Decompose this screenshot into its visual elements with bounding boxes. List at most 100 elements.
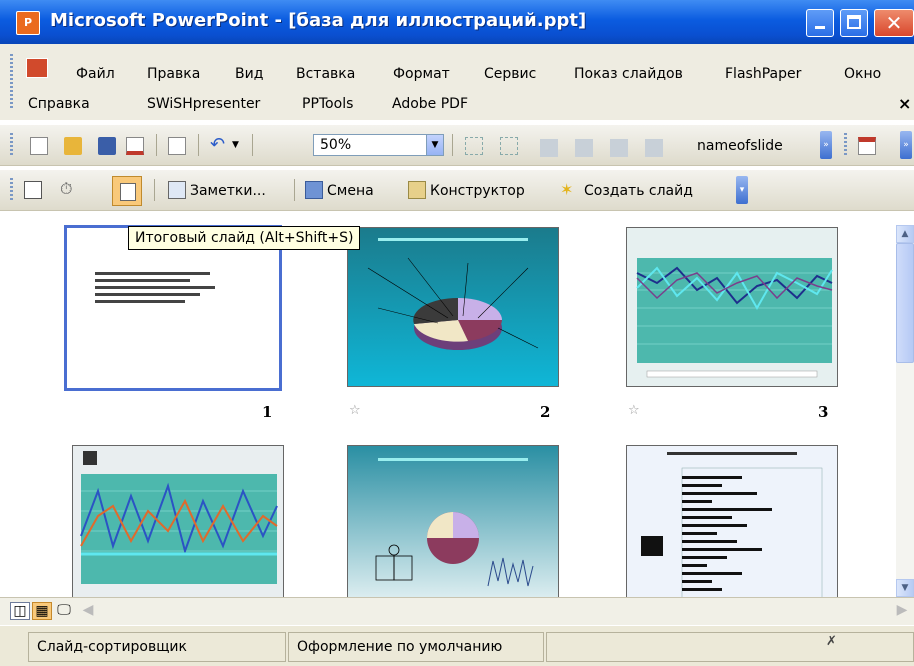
adobe-pdf-icon[interactable] [858, 137, 876, 155]
spelling-icon[interactable]: ✗ [826, 634, 844, 652]
send-to-back-icon[interactable] [645, 139, 663, 157]
status-empty [546, 632, 914, 662]
zoom-input[interactable]: 50% [313, 134, 428, 156]
status-bar: Слайд-сортировщик Оформление по умолчани… [0, 625, 914, 666]
maximize-button[interactable] [840, 9, 868, 37]
hide-slide-icon[interactable] [24, 181, 42, 199]
toolbar-separator [156, 134, 157, 156]
slide-number-3: 3 [818, 403, 829, 421]
toolbar-grip-icon[interactable] [844, 133, 847, 157]
menu-file[interactable]: Файл [76, 66, 115, 82]
scroll-down-icon[interactable]: ▼ [896, 579, 914, 597]
close-icon: ✕ [885, 11, 903, 35]
summary-slide-tooltip: Итоговый слайд (Alt+Shift+S) [128, 226, 361, 250]
powerpoint-window: P Microsoft PowerPoint - [база для иллюс… [0, 0, 914, 666]
slide-2-content [348, 228, 558, 386]
align-icon[interactable] [465, 137, 483, 155]
bring-forward-icon[interactable] [540, 139, 558, 157]
zoom-dropdown-icon[interactable]: ▼ [426, 134, 444, 156]
slide-thumbnail-4[interactable] [72, 445, 284, 597]
slide-name-label[interactable]: nameofslide [697, 138, 783, 154]
slide-number-1: 1 [262, 403, 273, 421]
status-design-template: Оформление по умолчанию [288, 632, 544, 662]
menu-window[interactable]: Окно [844, 66, 881, 82]
toolbar-options-icon[interactable]: » [900, 131, 912, 159]
slide-sorter-pane: 1 ☆ 2 ☆ 3 [0, 225, 896, 597]
new-slide-icon: ✶ [560, 180, 574, 199]
slide-1-content [95, 272, 215, 303]
powerpoint-icon[interactable]: P [16, 11, 40, 35]
menu-help[interactable]: Справка [28, 96, 90, 112]
menu-format[interactable]: Формат [393, 66, 450, 82]
slide-design-button[interactable]: Конструктор [430, 183, 525, 199]
menu-adobe-pdf[interactable]: Adobe PDF [392, 96, 468, 112]
minimize-button[interactable] [806, 9, 834, 37]
slide-thumbnail-5[interactable] [347, 445, 559, 597]
minimize-icon [815, 26, 825, 29]
bring-to-front-icon[interactable] [610, 139, 628, 157]
toolbar-separator [154, 179, 155, 201]
new-slide-button[interactable]: Создать слайд [584, 183, 693, 199]
toolbar-separator [294, 179, 295, 201]
menu-flashpaper[interactable]: FlashPaper [725, 66, 801, 82]
view-bar: ◫ ▦ 🖵 ◀ ▶ [0, 597, 914, 626]
slide-3-content [636, 258, 833, 378]
toolbar-grip-icon[interactable] [10, 178, 13, 202]
status-view-mode: Слайд-сортировщик [28, 632, 286, 662]
menu-swishpresenter[interactable]: SWiSHpresenter [147, 96, 260, 112]
slide-thumbnail-3[interactable] [626, 227, 838, 387]
slide-6-content [641, 452, 823, 597]
notes-icon [168, 181, 186, 199]
slide-5-content [348, 446, 558, 597]
vertical-scrollbar[interactable]: ▲ ▼ [896, 225, 914, 597]
scroll-thumb[interactable] [896, 243, 914, 363]
close-button[interactable]: ✕ [874, 9, 914, 37]
distribute-icon[interactable] [500, 137, 518, 155]
menu-insert[interactable]: Вставка [296, 66, 355, 82]
maximize-icon [847, 15, 861, 29]
normal-view-icon[interactable]: ◫ [10, 602, 30, 620]
toolbar-options-icon[interactable]: » [820, 131, 832, 159]
menu-slide-show[interactable]: Показ слайдов [574, 66, 683, 82]
open-folder-icon[interactable] [64, 137, 82, 155]
toolbar-separator [198, 134, 199, 156]
transition-effect-icon[interactable]: ☆ [349, 403, 361, 418]
save-icon[interactable] [98, 137, 116, 155]
toolbar-separator [252, 134, 253, 156]
menu-view[interactable]: Вид [235, 66, 263, 82]
document-menu-icon[interactable] [26, 58, 48, 78]
slide-thumbnail-2[interactable] [347, 227, 559, 387]
slide-thumbnail-6[interactable] [626, 445, 838, 597]
slide-number-2: 2 [540, 403, 551, 421]
toolbar-options-icon[interactable]: ▾ [736, 176, 748, 204]
menu-edit[interactable]: Правка [147, 66, 200, 82]
slide-sorter-view-icon[interactable]: ▦ [32, 602, 52, 620]
close-document-button[interactable]: × [898, 94, 911, 113]
send-backward-icon[interactable] [575, 139, 593, 157]
summary-slide-button[interactable] [112, 176, 142, 206]
scroll-left-icon[interactable]: ◀ [78, 602, 98, 620]
notes-button[interactable]: Заметки... [190, 183, 266, 199]
scroll-right-icon[interactable]: ▶ [892, 602, 912, 620]
menu-pptools[interactable]: PPTools [302, 96, 353, 112]
title-bar[interactable]: P Microsoft PowerPoint - [база для иллюс… [0, 0, 914, 44]
slide-4-content [80, 451, 278, 584]
rehearse-timings-icon[interactable]: ⏱ [60, 180, 78, 198]
menu-grip-icon[interactable] [10, 54, 13, 110]
transition-effect-icon[interactable]: ☆ [628, 403, 640, 418]
new-document-icon[interactable] [30, 137, 48, 155]
undo-dropdown-icon[interactable]: ▼ [232, 140, 250, 158]
scroll-up-icon[interactable]: ▲ [896, 225, 914, 243]
slide-design-icon [408, 181, 426, 199]
slide-show-view-icon[interactable]: 🖵 [54, 602, 74, 620]
slide-transition-icon [305, 181, 323, 199]
menu-tools[interactable]: Сервис [484, 66, 536, 82]
undo-icon[interactable]: ↶ [210, 136, 228, 154]
window-title: Microsoft PowerPoint - [база для иллюстр… [50, 10, 587, 31]
summary-slide-icon [120, 183, 136, 201]
print-preview-icon[interactable] [168, 137, 186, 155]
toolbar-grip-icon[interactable] [10, 133, 13, 157]
pdf-icon[interactable] [126, 137, 144, 155]
slide-transition-button[interactable]: Смена [327, 183, 374, 199]
toolbar-separator [452, 134, 453, 156]
